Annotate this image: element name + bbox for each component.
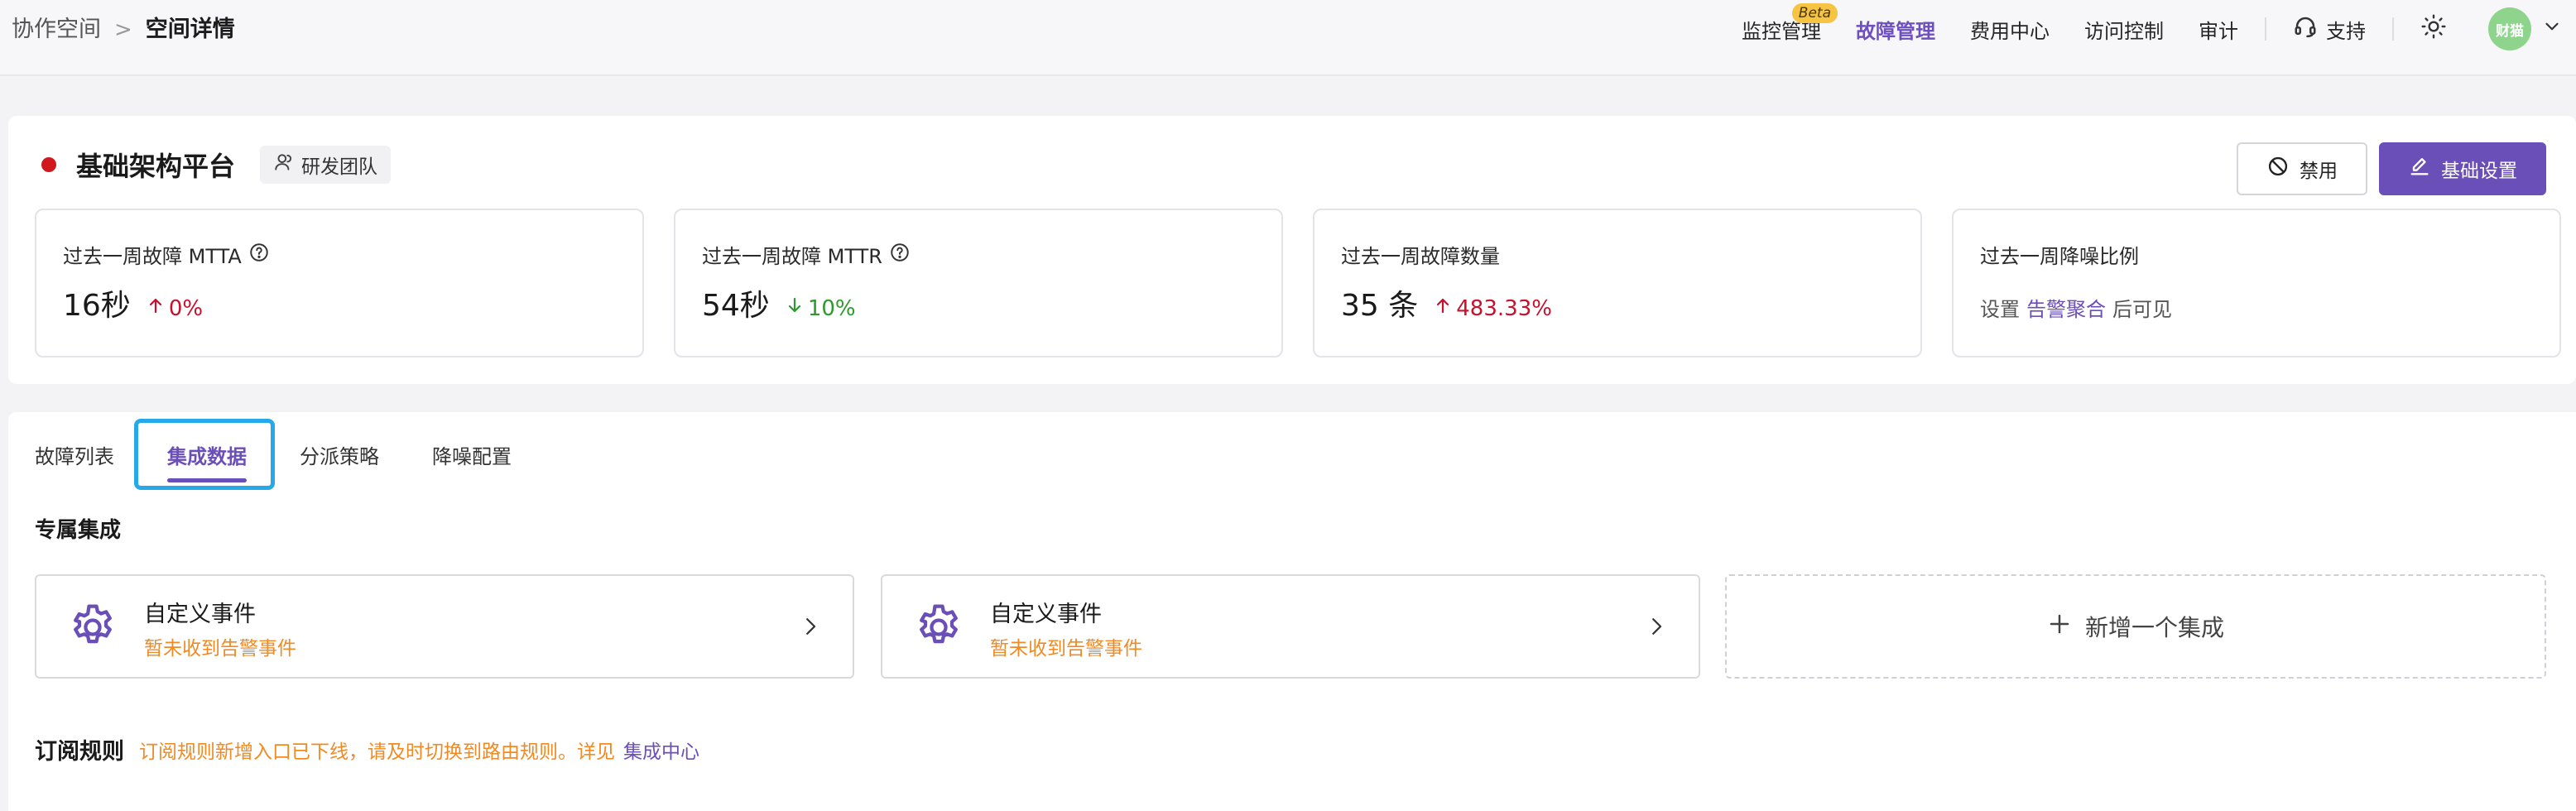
subscription-notice: 订阅规则新增入口已下线，请及时切换到路由规则。详见 (139, 741, 615, 763)
team-tag-label: 研发团队 (301, 156, 378, 178)
support-button[interactable]: 支持 (2293, 14, 2366, 44)
arrow-up-icon (1433, 295, 1453, 321)
stat-title: 过去一周降噪比例 (1980, 240, 2139, 269)
trend-value: 10% (807, 295, 856, 321)
dedicated-integrations-title: 专属集成 (35, 518, 122, 543)
stat-title-text: 过去一周故障 MTTA (63, 245, 242, 268)
stat-number: 54秒 (702, 289, 770, 323)
chevron-down-icon (2541, 16, 2563, 42)
stat-title-text: 过去一周降噪比例 (1980, 245, 2139, 268)
hint-prefix: 设置 (1980, 298, 2020, 321)
disable-button[interactable]: 禁用 (2237, 142, 2367, 195)
stat-value: 16秒 0% (63, 281, 203, 324)
tab-integration-data[interactable]: 集成数据 (167, 440, 247, 469)
stat-title-text: 过去一周故障数量 (1341, 245, 1500, 268)
nav-item-access-control[interactable]: 访问控制 (2084, 15, 2164, 44)
integration-name: 自定义事件 (144, 602, 256, 627)
nav-divider (2392, 17, 2394, 41)
integration-name: 自定义事件 (990, 602, 1102, 627)
edit-icon (2408, 155, 2431, 183)
breadcrumb-current: 空间详情 (145, 17, 235, 42)
gear-icon (920, 604, 958, 644)
stat-card-mtta: 过去一周故障 MTTA 16秒 0% (35, 209, 644, 358)
content-card: 故障列表 集成数据 分派策略 降噪配置 专属集成 自定义事件 暂未收到告警事件 … (8, 412, 2576, 811)
user-icon (273, 151, 295, 178)
tab-noise-config[interactable]: 降噪配置 (432, 440, 512, 469)
stat-title: 过去一周故障 MTTA (63, 240, 270, 269)
trend-up: 483.33% (1433, 295, 1552, 321)
stat-title-text: 过去一周故障 MTTR (702, 245, 882, 268)
nav-item-audit[interactable]: 审计 (2199, 15, 2238, 44)
integration-card[interactable]: 自定义事件 暂未收到告警事件 (35, 574, 854, 679)
arrow-up-icon (146, 295, 166, 321)
stat-card-mttr: 过去一周故障 MTTR 54秒 10% (674, 209, 1283, 358)
top-bar: 协作空间 > 空间详情 监控管理 Beta 故障管理 费用中心 访问控制 审计 (0, 0, 2576, 76)
nav-item-billing[interactable]: 费用中心 (1970, 15, 2050, 44)
beta-badge: Beta (1791, 2, 1838, 23)
tabs: 故障列表 集成数据 分派策略 降噪配置 (35, 440, 512, 469)
tab-dispatch-policy[interactable]: 分派策略 (300, 440, 379, 469)
nav-item-incident[interactable]: 故障管理 (1856, 15, 1935, 44)
active-tab-underline (167, 478, 247, 482)
hint-suffix: 后可见 (2112, 298, 2172, 321)
top-nav: 监控管理 Beta 故障管理 费用中心 访问控制 审计 支持 财猫 (1742, 2, 2563, 50)
integration-center-link[interactable]: 集成中心 (623, 736, 699, 764)
add-integration-label: 新增一个集成 (2084, 614, 2224, 641)
gear-icon (74, 604, 112, 644)
stat-card-incident-count: 过去一周故障数量 35 条 483.33% (1313, 209, 1922, 358)
chevron-right-icon (806, 618, 816, 635)
help-icon[interactable] (248, 242, 270, 268)
stat-value: 35 条 483.33% (1341, 281, 1552, 324)
space-name: 基础架构平台 (76, 151, 236, 182)
nav-item-label: 监控管理 (1742, 19, 1821, 43)
subscription-rules: 订阅规则 订阅规则新增入口已下线，请及时切换到路由规则。详见 集成中心 (35, 733, 699, 765)
alert-aggregation-link[interactable]: 告警聚合 (2026, 298, 2106, 321)
stat-title: 过去一周故障 MTTR (702, 240, 911, 269)
breadcrumb: 协作空间 > 空间详情 (12, 13, 235, 46)
arrow-down-icon (785, 295, 805, 321)
basic-settings-button[interactable]: 基础设置 (2379, 142, 2546, 195)
trend-value: 0% (168, 295, 204, 321)
integration-status: 暂未收到告警事件 (990, 638, 1142, 660)
disable-label: 禁用 (2300, 161, 2338, 182)
space-title: 基础架构平台 研发团队 (41, 146, 392, 184)
stat-value: 54秒 10% (702, 281, 856, 324)
ban-icon (2266, 155, 2290, 183)
breadcrumb-separator: > (114, 17, 132, 42)
stat-hint: 设置 告警聚合 后可见 (1980, 293, 2172, 322)
support-label: 支持 (2326, 19, 2366, 43)
status-dot (41, 157, 56, 172)
stat-number: 16秒 (63, 289, 131, 323)
settings-label: 基础设置 (2441, 161, 2517, 182)
trend-up: 0% (146, 295, 203, 321)
subscription-rules-title: 订阅规则 (35, 739, 124, 765)
breadcrumb-parent-link[interactable]: 协作空间 (12, 13, 101, 46)
trend-value: 483.33% (1456, 295, 1552, 321)
plus-icon (2047, 612, 2072, 642)
stat-title: 过去一周故障数量 (1341, 240, 1500, 269)
nav-divider (2265, 17, 2266, 41)
nav-item-monitoring[interactable]: 监控管理 Beta (1742, 2, 1838, 44)
integration-card[interactable]: 自定义事件 暂未收到告警事件 (881, 574, 1700, 679)
team-tag[interactable]: 研发团队 (260, 146, 392, 184)
space-header-card: 基础架构平台 研发团队 禁用 基础设置 过去一周故障 MTTA 16秒 0% 过… (8, 116, 2576, 384)
user-menu[interactable]: 财猫 (2488, 7, 2563, 50)
theme-toggle-sun-icon[interactable] (2420, 13, 2447, 45)
stat-number: 35 条 (1341, 289, 1419, 323)
integration-status: 暂未收到告警事件 (144, 638, 296, 660)
headset-icon (2293, 14, 2318, 44)
tab-incident-list[interactable]: 故障列表 (35, 440, 114, 469)
help-icon[interactable] (889, 242, 911, 268)
stat-card-noise-reduction: 过去一周降噪比例 设置 告警聚合 后可见 (1952, 209, 2561, 358)
add-integration-button[interactable]: 新增一个集成 (1725, 574, 2546, 679)
avatar: 财猫 (2488, 7, 2531, 50)
trend-down: 10% (785, 295, 856, 321)
chevron-right-icon (1652, 618, 1662, 635)
